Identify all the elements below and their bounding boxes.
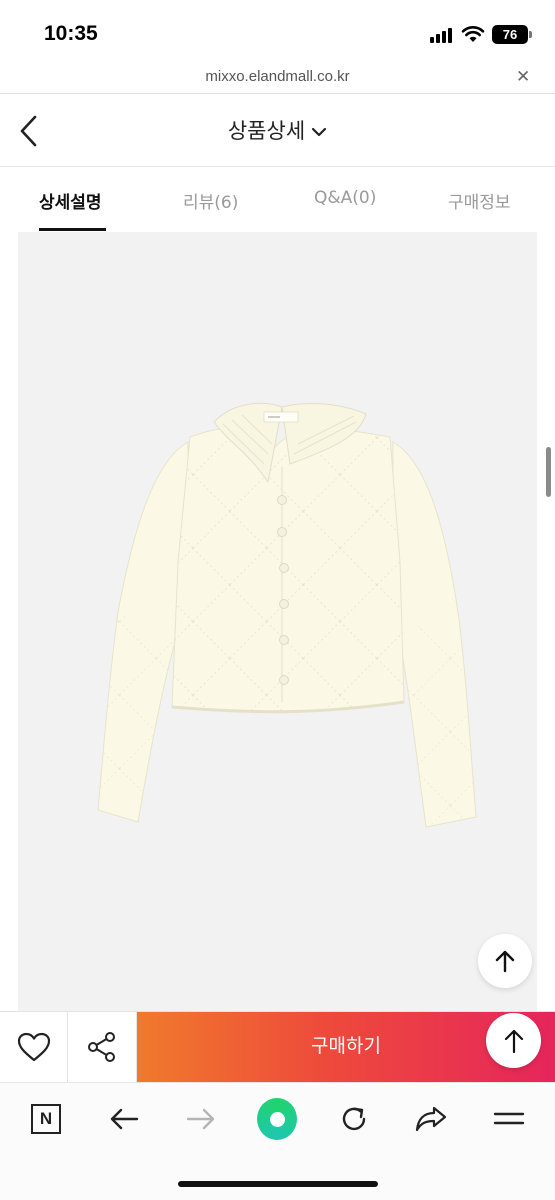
share-button[interactable] — [68, 1012, 137, 1082]
status-time: 10:35 — [44, 22, 98, 45]
menu-icon — [493, 1112, 525, 1125]
close-icon[interactable]: ✕ — [516, 67, 530, 87]
tab-reviews[interactable]: 리뷰(6) — [183, 188, 238, 213]
home-dot-icon — [257, 1098, 297, 1140]
wishlist-button[interactable] — [0, 1012, 68, 1082]
cellular-signal-icon — [430, 27, 456, 43]
home-button[interactable] — [257, 1098, 297, 1140]
tab-description[interactable]: 상세설명 — [39, 188, 102, 213]
detail-tabs: 상세설명 리뷰(6) Q&A(0) 구매정보 — [0, 168, 555, 232]
heart-icon — [17, 1032, 50, 1062]
back-button[interactable] — [104, 1101, 144, 1137]
browser-toolbar: N — [0, 1082, 555, 1200]
active-tab-underline — [39, 228, 106, 231]
scroll-top-button[interactable] — [478, 934, 532, 988]
page-title[interactable]: 상품상세 — [0, 115, 555, 145]
share-page-button[interactable] — [411, 1101, 451, 1137]
wifi-icon — [461, 26, 485, 42]
browser-url-bar[interactable]: mixxo.elandmall.co.kr ✕ — [0, 62, 555, 94]
arrow-up-icon — [504, 1029, 523, 1053]
battery-tip — [529, 31, 532, 38]
menu-button[interactable] — [489, 1101, 529, 1137]
refresh-button[interactable] — [334, 1101, 374, 1137]
forward-arrow-icon — [186, 1108, 215, 1130]
page-header: 상품상세 — [0, 95, 555, 167]
refresh-icon — [342, 1107, 366, 1131]
scroll-top-button-floating[interactable] — [486, 1013, 541, 1068]
cardigan-illustration — [97, 402, 477, 828]
arrow-up-icon — [495, 950, 515, 973]
share-arrow-icon — [415, 1106, 447, 1132]
home-indicator — [178, 1181, 378, 1187]
status-bar: 10:35 76 — [0, 0, 555, 62]
back-arrow-icon — [110, 1108, 139, 1130]
purchase-bar: 구매하기 — [0, 1011, 555, 1082]
url-text[interactable]: mixxo.elandmall.co.kr — [0, 68, 555, 85]
scroll-indicator[interactable] — [546, 447, 551, 497]
naver-home-button[interactable]: N — [26, 1101, 66, 1137]
forward-button[interactable] — [181, 1101, 221, 1137]
battery-icon: 76 — [492, 25, 528, 44]
chevron-down-icon — [312, 127, 327, 137]
page-title-label: 상품상세 — [227, 119, 306, 143]
tab-purchase-info[interactable]: 구매정보 — [448, 188, 511, 213]
n-icon: N — [31, 1104, 61, 1134]
product-image — [18, 232, 537, 1012]
tab-qna[interactable]: Q&A(0) — [314, 188, 376, 208]
share-icon — [88, 1032, 115, 1062]
